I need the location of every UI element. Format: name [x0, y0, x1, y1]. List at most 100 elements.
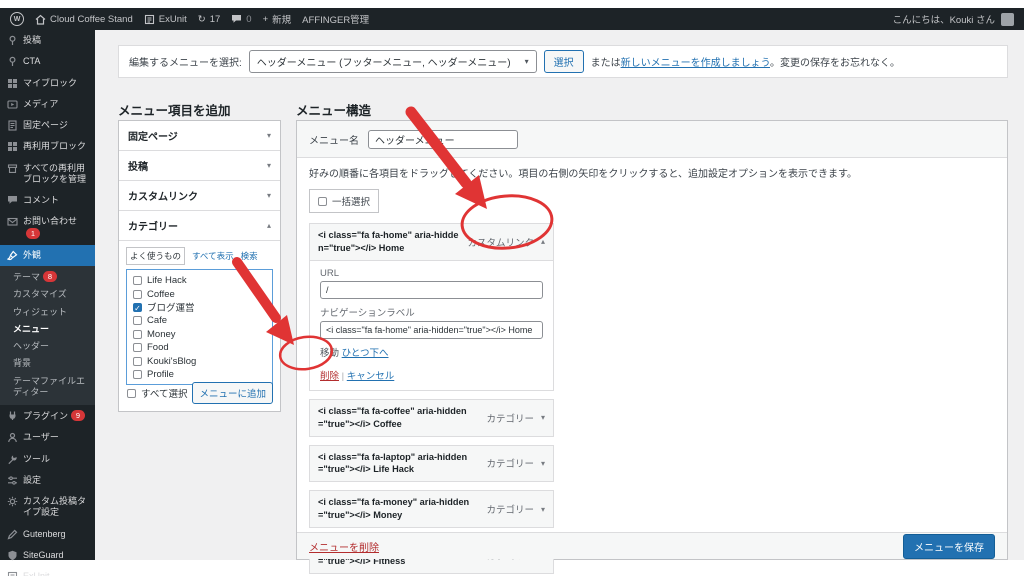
checkbox-icon[interactable] — [127, 388, 136, 398]
avatar[interactable] — [1001, 12, 1014, 26]
affinger-menu[interactable]: AFFINGER管理 — [302, 12, 369, 26]
category-option[interactable]: ✓Life Hack — [133, 274, 266, 287]
category-option[interactable]: ✓Profile — [133, 368, 266, 381]
url-label: URL — [320, 267, 340, 279]
nav-label-input[interactable] — [320, 320, 543, 339]
menu-item-header[interactable]: <i class="fa fa-money" aria-hidden="true… — [309, 490, 554, 528]
wordpress-admin-screen: W Cloud Coffee Stand ExUnit ↻ 17 0 + 新規 — [0, 0, 1024, 576]
sidebar-item-tools[interactable]: ツール — [0, 449, 95, 470]
create-menu-link[interactable]: 新しいメニューを作成しましょう — [621, 58, 770, 69]
sidebar-item-exunit[interactable]: ExUnit — [0, 566, 95, 576]
category-option[interactable]: ✓Food — [133, 341, 266, 354]
save-menu-button[interactable]: メニューを保存 — [903, 533, 995, 559]
accordion-pages[interactable]: 固定ページ ▾ — [119, 121, 280, 151]
accordion-posts[interactable]: 投稿 ▾ — [119, 151, 280, 181]
cancel-link[interactable]: キャンセル — [347, 371, 395, 382]
delete-link[interactable]: 削除 — [320, 371, 339, 382]
shield-icon — [7, 550, 18, 561]
appearance-submenu: テーマ 8 カスタマイズ ウィジェット メニュー ヘッダー 背景 テーマファイルエ… — [0, 266, 95, 405]
sidebar-item-appearance[interactable]: 外観 — [0, 244, 101, 266]
submenu-item-themes[interactable]: テーマ 8 — [0, 268, 95, 286]
sidebar-item-users[interactable]: ユーザー — [0, 427, 95, 448]
accordion-categories[interactable]: カテゴリー ▴ — [119, 211, 280, 241]
add-menu-items-panel: 固定ページ ▾ 投稿 ▾ カスタムリンク ▾ カテゴリー ▴ よく使うもの すべ… — [118, 120, 281, 412]
plugins-badge: 9 — [71, 410, 86, 421]
checkbox-icon[interactable]: ✓ — [133, 289, 142, 299]
submenu-item-background[interactable]: 背景 — [0, 355, 95, 372]
site-name-menu[interactable]: Cloud Coffee Stand — [35, 14, 133, 25]
checkbox-icon[interactable]: ✓ — [133, 276, 142, 286]
checkbox-icon[interactable]: ✓ — [133, 343, 142, 353]
sidebar-item-pages[interactable]: 固定ページ — [0, 115, 95, 136]
category-option[interactable]: ✓Coffee — [133, 287, 266, 300]
comments-menu[interactable]: 0 — [231, 14, 252, 25]
chevron-down-icon[interactable]: ▾ — [541, 505, 545, 514]
checkbox-icon[interactable]: ✓ — [133, 302, 142, 313]
submenu-item-menus[interactable]: メニュー — [0, 321, 95, 338]
url-input[interactable] — [320, 280, 543, 299]
tab-search[interactable]: 検索 — [241, 250, 258, 262]
select-all-option[interactable]: すべて選択 — [127, 386, 187, 400]
sidebar-item-posts[interactable]: 投稿 — [0, 30, 95, 51]
sidebar-item-plugins[interactable]: プラグイン 9 — [0, 405, 95, 427]
chevron-down-icon[interactable]: ▾ — [541, 413, 545, 422]
chevron-down-icon: ▾ — [266, 131, 271, 140]
sidebar-item-contact[interactable]: お問い合わせ1 — [0, 211, 95, 245]
sidebar-item-custom-post-type[interactable]: カスタム投稿タイプ設定 — [0, 491, 95, 524]
chevron-down-icon: ▾ — [266, 161, 271, 170]
comment-bubble-icon — [231, 14, 242, 24]
checkbox-icon[interactable]: ✓ — [133, 316, 142, 326]
archive-box-icon — [7, 163, 18, 174]
sidebar-item-settings[interactable]: 設定 — [0, 470, 95, 491]
move-down-link[interactable]: ひとつ下へ — [342, 348, 389, 359]
menu-structure-body: 好みの順番に各項目をドラッグしてください。項目の右側の矢印をクリックすると、追加… — [297, 158, 1007, 576]
chevron-down-icon: ▾ — [266, 191, 271, 200]
sidebar-item-my-blocks[interactable]: マイブロック — [0, 73, 95, 94]
submenu-item-widgets[interactable]: ウィジェット — [0, 304, 95, 321]
plus-icon: + — [262, 13, 269, 25]
checkbox-icon[interactable]: ✓ — [133, 356, 142, 366]
menu-item-type: カスタムリンク ▴ — [467, 237, 545, 249]
category-option[interactable]: ✓ ブログ運営 — [133, 301, 266, 314]
sidebar-item-media[interactable]: メディア — [0, 94, 95, 115]
submenu-item-header[interactable]: ヘッダー — [0, 338, 95, 355]
user-greeting[interactable]: こんにちは、Kouki さん — [893, 12, 995, 26]
exunit-icon — [7, 571, 18, 576]
updates-icon: ↻ — [197, 13, 206, 25]
select-menu-button[interactable]: 選択 — [543, 50, 584, 73]
menu-item-header[interactable]: <i class="fa fa-laptop" aria-hidden="tru… — [309, 444, 554, 483]
nav-label: ナビゲーションラベル — [320, 307, 415, 319]
chevron-down-icon[interactable]: ▾ — [541, 459, 545, 468]
sidebar-item-reusable-blocks[interactable]: 再利用ブロック — [0, 136, 95, 157]
sidebar-item-manage-reusable-blocks[interactable]: すべての再利用ブロックを管理 — [0, 158, 95, 191]
delete-menu-link[interactable]: メニューを削除 — [309, 539, 379, 554]
category-option[interactable]: ✓Money — [133, 328, 266, 341]
exunit-adminbar-menu[interactable]: ExUnit — [144, 14, 187, 25]
checkbox-icon[interactable]: ✓ — [133, 329, 142, 339]
sidebar-item-siteguard[interactable]: SiteGuard — [0, 545, 95, 566]
menu-item-header[interactable]: <i class="fa fa-home" aria-hidden="true"… — [309, 223, 554, 261]
category-option[interactable]: ✓Cafe — [133, 314, 266, 327]
new-content-menu[interactable]: + 新規 — [262, 12, 292, 27]
chevron-up-icon[interactable]: ▴ — [541, 237, 545, 246]
sidebar-item-comments[interactable]: コメント — [0, 190, 95, 211]
menu-select-dropdown[interactable]: ヘッダーメニュー (フッターメニュー, ヘッダーメニュー) ▾ — [248, 50, 537, 73]
checkbox-icon[interactable]: ✓ — [133, 369, 142, 379]
checkbox-icon[interactable] — [318, 196, 327, 206]
tab-most-used[interactable]: よく使うもの — [126, 247, 186, 265]
updates-menu[interactable]: ↻ 17 — [198, 14, 221, 25]
category-checklist[interactable]: ✓Life Hack ✓Coffee ✓ブログ運営 ✓Cafe ✓Money ✓… — [126, 269, 273, 385]
category-option[interactable]: ✓Kouki'sBlog — [133, 354, 266, 367]
bulk-select-option[interactable]: 一括選択 — [309, 189, 380, 213]
exunit-label: ExUnit — [158, 13, 187, 25]
menu-name-input[interactable] — [368, 129, 518, 149]
sidebar-item-gutenberg[interactable]: Gutenberg — [0, 524, 95, 545]
tab-view-all[interactable]: すべて表示 — [192, 250, 234, 262]
accordion-custom-links[interactable]: カスタムリンク ▾ — [119, 181, 280, 211]
submenu-item-customize[interactable]: カスタマイズ — [0, 286, 95, 303]
submenu-item-theme-file-editor[interactable]: テーマファイルエディター — [0, 373, 95, 402]
menu-item-header[interactable]: <i class="fa fa-coffee" aria-hidden="tru… — [309, 398, 554, 437]
sidebar-item-cta[interactable]: CTA — [0, 51, 95, 72]
wordpress-logo-icon[interactable]: W — [10, 12, 24, 26]
add-to-menu-button[interactable]: メニューに追加 — [192, 382, 273, 404]
